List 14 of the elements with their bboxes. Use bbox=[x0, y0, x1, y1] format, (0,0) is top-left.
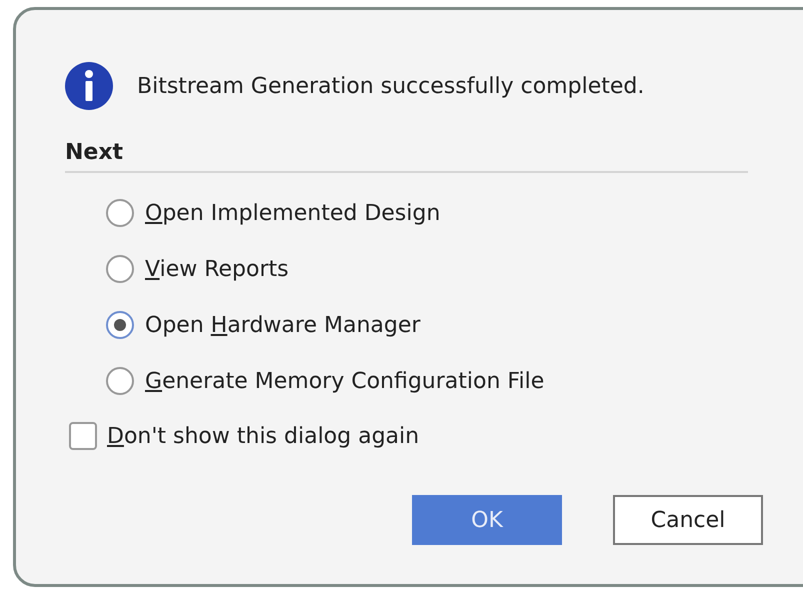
option-label[interactable]: View Reports bbox=[145, 256, 289, 282]
option-label[interactable]: Open Implemented Design bbox=[145, 200, 440, 226]
option-label[interactable]: Open Hardware Manager bbox=[145, 312, 420, 338]
radio-button[interactable] bbox=[106, 255, 134, 283]
radio-button[interactable] bbox=[106, 367, 134, 395]
message-text: Bitstream Generation successfully completed. bbox=[137, 74, 644, 98]
info-icon bbox=[65, 62, 113, 110]
cancel-button[interactable]: Cancel bbox=[613, 495, 763, 545]
checkbox-label[interactable]: Don't show this dialog again bbox=[107, 424, 420, 448]
radio-button[interactable] bbox=[106, 311, 134, 339]
radio-button[interactable] bbox=[106, 199, 134, 227]
checkbox[interactable] bbox=[69, 422, 97, 450]
option-label[interactable]: Generate Memory Configuration File bbox=[145, 368, 544, 394]
section-title: Next bbox=[65, 140, 124, 165]
